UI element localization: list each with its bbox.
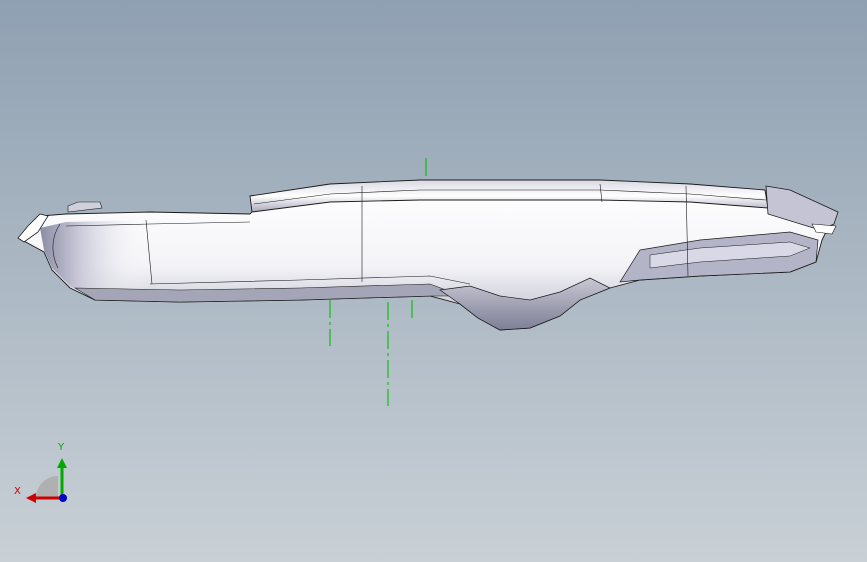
triad-y-label: Y [58,442,65,453]
reference-triad[interactable]: Y X [10,440,80,510]
triad-graphic [26,458,67,503]
cad-graphics-viewport[interactable]: Y X [0,0,867,562]
triad-plane-indicator [36,476,58,498]
part-model[interactable] [0,0,867,562]
triad-x-label: X [14,486,21,497]
triad-z-axis [59,494,67,502]
triad-y-arrow [57,458,67,468]
part-left-end-shading [40,220,150,298]
triad-x-arrow [26,493,36,503]
part-left-top-boss [67,201,103,213]
